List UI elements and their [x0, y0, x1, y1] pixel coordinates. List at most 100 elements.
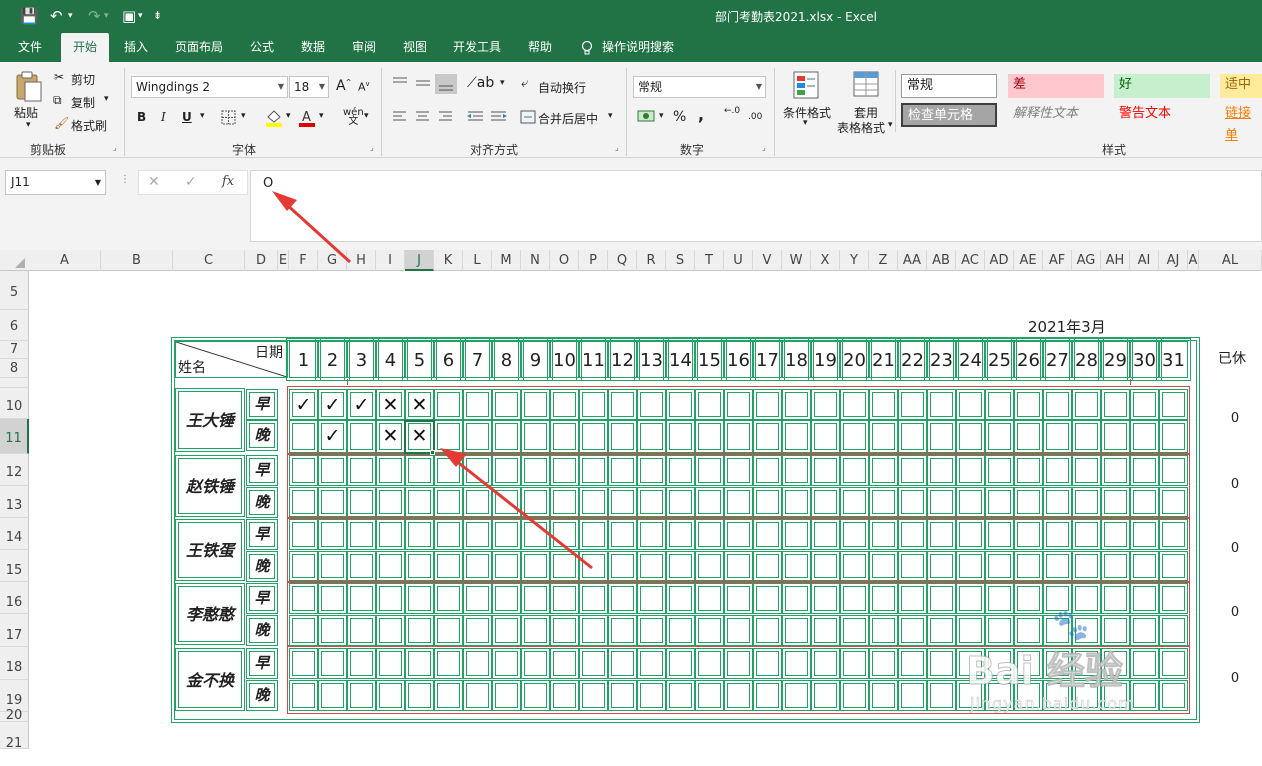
attendance-cell[interactable] [898, 551, 927, 581]
attendance-cell[interactable] [463, 487, 492, 517]
underline-button[interactable]: U [182, 110, 192, 124]
enter-icon[interactable]: ✓ [185, 174, 197, 190]
attendance-cell[interactable] [1043, 455, 1072, 486]
bold-button[interactable]: B [137, 110, 146, 124]
attendance-cell[interactable] [840, 519, 869, 550]
attendance-cell[interactable] [724, 615, 753, 646]
attendance-cell[interactable] [782, 615, 811, 646]
col-header[interactable]: M [492, 250, 521, 271]
day-header[interactable]: 8 [489, 338, 524, 381]
attendance-cell[interactable] [1159, 648, 1188, 679]
cond-dropdown-icon[interactable]: ▾ [803, 118, 808, 128]
attendance-cell[interactable] [840, 420, 869, 453]
tab-view[interactable]: 视图 [395, 33, 435, 62]
attendance-cell[interactable] [405, 551, 434, 581]
attendance-cell[interactable] [927, 583, 956, 614]
attendance-cell[interactable] [521, 420, 550, 453]
attendance-cell[interactable] [1130, 455, 1159, 486]
attendance-cell[interactable] [608, 551, 637, 581]
attendance-cell[interactable] [434, 487, 463, 517]
day-header[interactable]: 7 [460, 338, 495, 381]
attendance-cell[interactable] [753, 420, 782, 453]
col-header[interactable]: L [463, 250, 492, 271]
row-header[interactable]: 20 [0, 709, 29, 722]
shrink-font-button[interactable]: Av [358, 80, 370, 94]
col-header[interactable]: A [29, 250, 101, 271]
font-size-select[interactable]: 18 ▼ [289, 76, 329, 98]
attendance-cell[interactable] [318, 487, 347, 517]
attendance-cell[interactable] [811, 519, 840, 550]
attendance-cell[interactable] [347, 680, 376, 711]
attendance-cell[interactable] [956, 519, 985, 550]
col-header[interactable]: X [811, 250, 840, 271]
col-header[interactable]: AG [1072, 250, 1101, 271]
tell-me-search[interactable]: 操作说明搜索 [602, 33, 686, 62]
day-header[interactable]: 26 [1011, 338, 1046, 381]
row-header[interactable] [0, 378, 29, 388]
attendance-cell[interactable] [1159, 389, 1188, 420]
day-header[interactable]: 6 [431, 338, 466, 381]
accounting-format-icon[interactable] [637, 108, 657, 124]
col-header[interactable]: AB [927, 250, 956, 271]
attendance-cell[interactable] [1014, 455, 1043, 486]
attendance-cell[interactable] [550, 551, 579, 581]
day-header[interactable]: 10 [547, 338, 582, 381]
attendance-cell[interactable] [782, 648, 811, 679]
col-header[interactable]: AI [1130, 250, 1159, 271]
attendance-cell[interactable] [840, 551, 869, 581]
accounting-dropdown-icon[interactable]: ▾ [659, 111, 664, 121]
day-header[interactable]: 21 [866, 338, 901, 381]
attendance-cell[interactable] [376, 487, 405, 517]
attendance-cell[interactable] [666, 583, 695, 614]
attendance-cell[interactable] [811, 648, 840, 679]
attendance-cell[interactable] [492, 519, 521, 550]
format-painter-icon[interactable]: 🖌 [54, 116, 69, 130]
italic-button[interactable]: I [161, 110, 166, 124]
format-painter-button[interactable]: 格式刷 [71, 117, 107, 134]
attendance-cell[interactable] [608, 648, 637, 679]
pm-label[interactable]: 晚 [246, 420, 278, 451]
attendance-cell[interactable] [695, 487, 724, 517]
attendance-cell[interactable] [1014, 551, 1043, 581]
attendance-cell[interactable] [550, 487, 579, 517]
orientation-icon[interactable]: ⟋ab [467, 75, 494, 91]
tab-file[interactable]: 文件 [8, 33, 52, 62]
row-header[interactable]: 18 [0, 647, 29, 680]
attendance-cell[interactable] [869, 648, 898, 679]
attendance-cell[interactable] [695, 420, 724, 453]
font-name-select[interactable]: Wingdings 2 ▼ [131, 76, 288, 98]
paste-dropdown-icon[interactable]: ▾ [26, 120, 31, 130]
attendance-cell[interactable] [782, 551, 811, 581]
attendance-cell[interactable] [753, 455, 782, 486]
attendance-cell[interactable] [1014, 583, 1043, 614]
row-header[interactable]: 10 [0, 388, 29, 419]
attendance-cell[interactable] [898, 583, 927, 614]
person-name[interactable]: 李憨憨 [175, 583, 245, 645]
attendance-cell[interactable] [289, 551, 318, 581]
row-header[interactable]: 13 [0, 486, 29, 518]
attendance-cell[interactable] [347, 519, 376, 550]
attendance-cell[interactable] [927, 615, 956, 646]
attendance-cell[interactable] [1159, 455, 1188, 486]
col-header[interactable]: N [521, 250, 550, 271]
attendance-cell[interactable] [405, 615, 434, 646]
attendance-cell[interactable] [608, 389, 637, 420]
attendance-cell[interactable] [318, 680, 347, 711]
attendance-cell[interactable] [1101, 420, 1130, 453]
attendance-cell[interactable] [724, 519, 753, 550]
attendance-cell[interactable] [463, 455, 492, 486]
attendance-cell[interactable] [637, 551, 666, 581]
paste-icon[interactable] [14, 70, 44, 104]
attendance-cell[interactable] [956, 420, 985, 453]
attendance-cell[interactable] [695, 583, 724, 614]
attendance-cell[interactable] [1072, 487, 1101, 517]
day-header[interactable]: 5 [402, 338, 437, 381]
attendance-cell[interactable] [811, 420, 840, 453]
attendance-cell[interactable] [463, 583, 492, 614]
number-format-select[interactable]: 常规 ▼ [633, 76, 766, 98]
attendance-cell[interactable] [289, 455, 318, 486]
attendance-cell[interactable] [1072, 551, 1101, 581]
attendance-cell[interactable] [550, 583, 579, 614]
attendance-cell[interactable] [1101, 519, 1130, 550]
attendance-cell[interactable] [579, 551, 608, 581]
